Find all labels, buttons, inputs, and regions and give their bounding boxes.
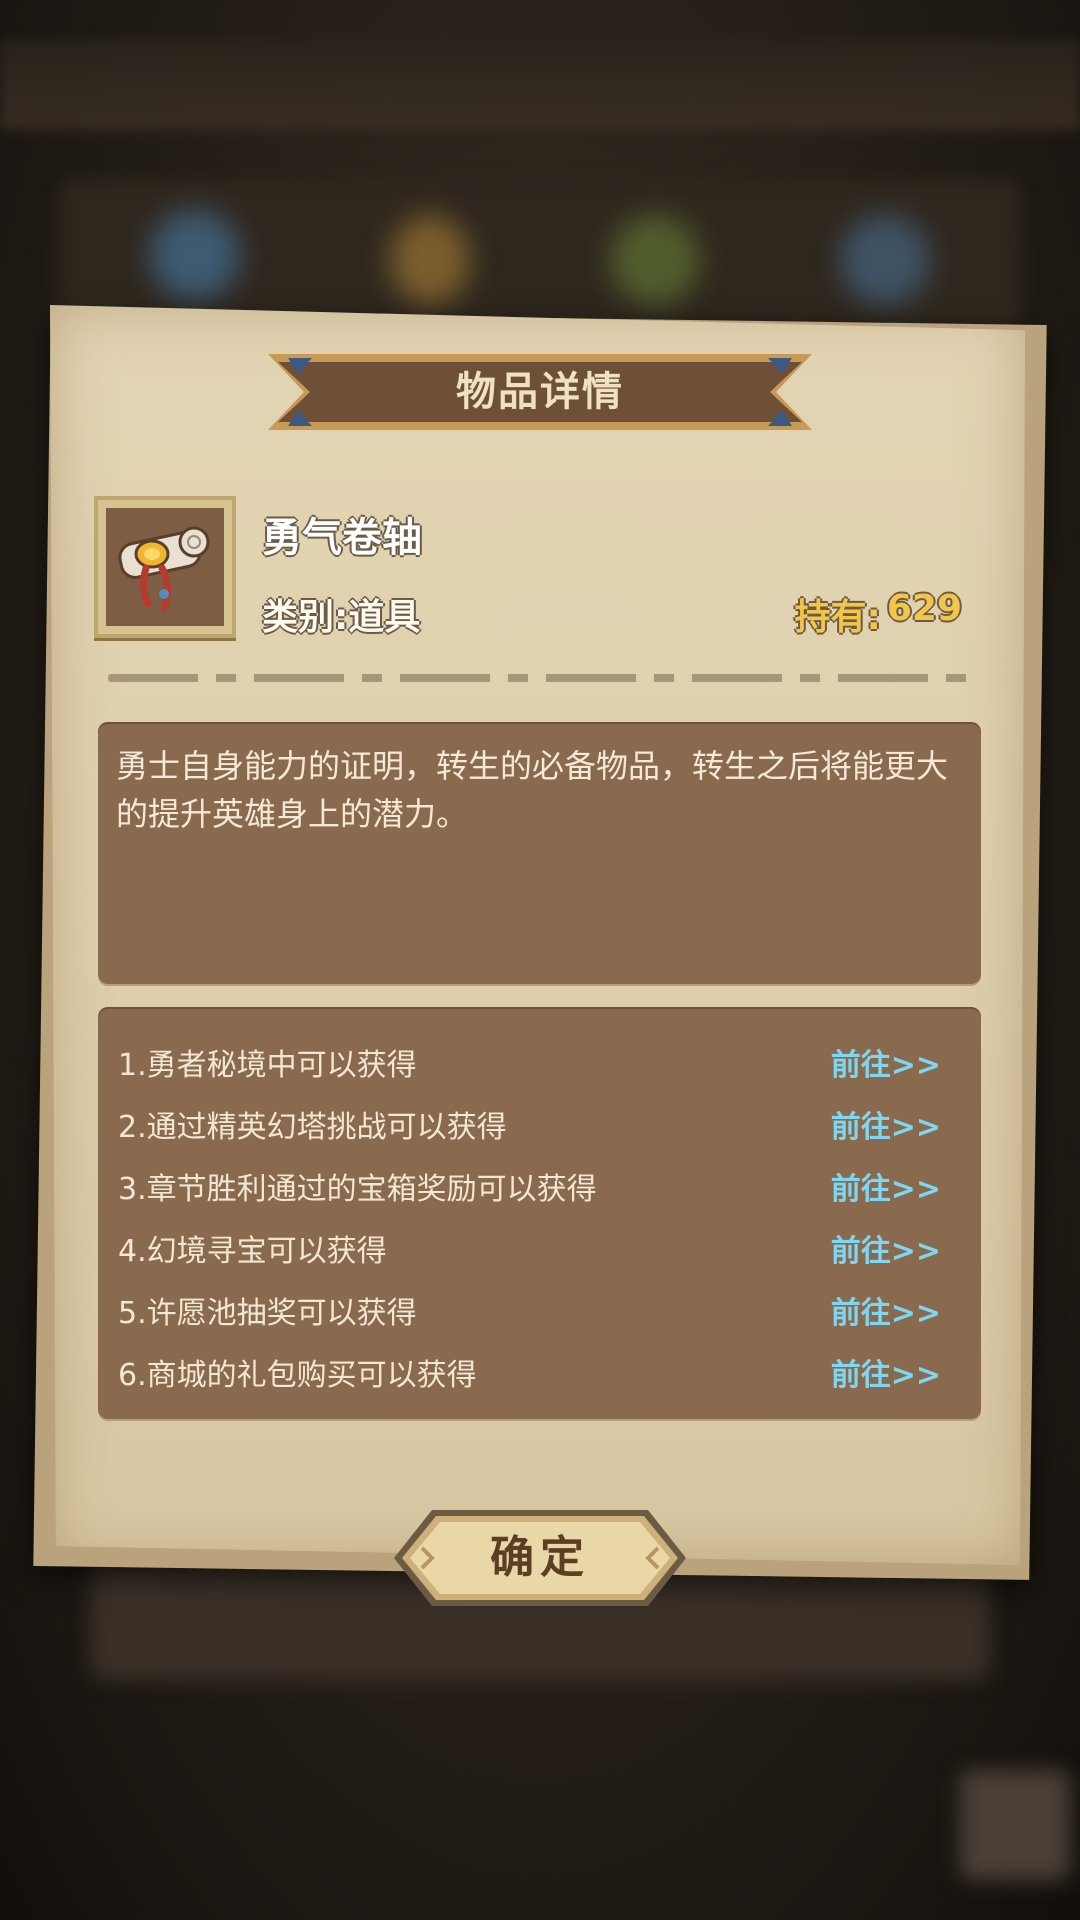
description-panel: 勇士自身能力的证明，转生的必备物品，转生之后将能更大的提升英雄身上的潜力。	[98, 722, 981, 984]
background-corner-button	[960, 1770, 1070, 1880]
section-divider	[108, 674, 972, 682]
background-hero-blur	[610, 215, 700, 305]
item-owned-count: 持有: 629	[794, 588, 962, 638]
item-icon-frame	[94, 496, 236, 638]
item-category: 类别:道具	[262, 597, 421, 638]
confirm-button[interactable]: 确定	[392, 1508, 688, 1608]
source-text: 2.通过精英幻塔挑战可以获得	[118, 1110, 507, 1145]
source-text: 4.幻境寻宝可以获得	[118, 1234, 387, 1269]
confirm-label: 确定	[490, 1532, 590, 1583]
dialog-title-ribbon: 物品详情	[268, 348, 812, 436]
goto-link[interactable]: 前往>>	[831, 1350, 963, 1394]
goto-link[interactable]: 前往>>	[831, 1164, 963, 1208]
source-text: 3.章节胜利通过的宝箱奖励可以获得	[118, 1172, 597, 1207]
goto-link[interactable]: 前往>>	[831, 1040, 963, 1084]
source-text: 5.许愿池抽奖可以获得	[118, 1296, 417, 1331]
dialog-title: 物品详情	[456, 369, 624, 415]
background-top-bar	[0, 40, 1080, 130]
owned-value: 629	[886, 588, 962, 629]
background-hero-blur	[390, 215, 470, 305]
owned-label: 持有:	[794, 597, 881, 638]
source-text: 1.勇者秘境中可以获得	[118, 1048, 417, 1083]
item-name: 勇气卷轴	[262, 515, 422, 561]
scroll-icon	[118, 526, 210, 612]
source-list-panel: 1.勇者秘境中可以获得 前往>> 2.通过精英幻塔挑战可以获得 前往>> 3.章…	[98, 1007, 981, 1419]
goto-link[interactable]: 前往>>	[831, 1102, 963, 1146]
source-row: 1.勇者秘境中可以获得 前往>>	[118, 1034, 963, 1090]
goto-link[interactable]: 前往>>	[831, 1226, 963, 1270]
background-hero-blur	[840, 215, 930, 305]
background-hero-blur	[150, 210, 240, 300]
source-row: 2.通过精英幻塔挑战可以获得 前往>>	[118, 1096, 963, 1152]
source-row: 4.幻境寻宝可以获得 前往>>	[118, 1220, 963, 1276]
goto-link[interactable]: 前往>>	[831, 1288, 963, 1332]
source-row: 5.许愿池抽奖可以获得 前往>>	[118, 1282, 963, 1338]
item-description: 勇士自身能力的证明，转生的必备物品，转生之后将能更大的提升英雄身上的潜力。	[116, 747, 949, 833]
source-row: 3.章节胜利通过的宝箱奖励可以获得 前往>>	[118, 1158, 963, 1214]
item-icon-background	[106, 508, 224, 626]
source-row: 6.商城的礼包购买可以获得 前往>>	[118, 1344, 963, 1400]
source-text: 6.商城的礼包购买可以获得	[118, 1358, 477, 1393]
